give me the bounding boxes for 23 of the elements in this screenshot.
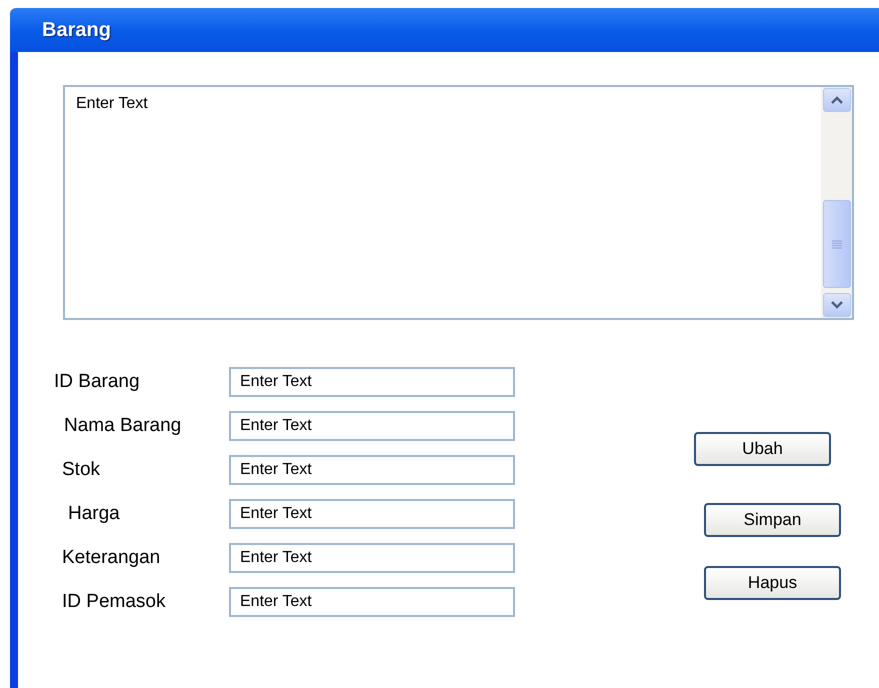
scroll-down-button[interactable] — [822, 293, 850, 317]
field-label: Nama Barang — [64, 414, 182, 438]
field-label: ID Pemasok — [62, 590, 166, 614]
input-field[interactable]: Enter Text — [229, 499, 515, 529]
field-label: Harga — [68, 502, 121, 526]
input-field[interactable]: Enter Text — [229, 411, 515, 441]
field-label: Stok — [62, 458, 102, 482]
input-field[interactable]: Enter Text — [229, 455, 515, 485]
window-title: Barang — [42, 18, 111, 43]
input-field[interactable]: Enter Text — [229, 587, 515, 617]
scroll-up-button[interactable] — [822, 88, 850, 112]
scrollbar[interactable] — [821, 87, 852, 318]
chevron-down-icon — [830, 301, 844, 309]
grip-icon — [832, 240, 842, 248]
input-field[interactable]: Enter Text — [229, 543, 515, 573]
action-button[interactable]: Ubah — [694, 432, 831, 466]
chevron-up-icon — [830, 96, 844, 104]
action-button[interactable]: Simpan — [704, 503, 841, 537]
field-label: ID Barang — [54, 370, 141, 394]
field-label: Keterangan — [62, 546, 162, 570]
action-button[interactable]: Hapus — [704, 566, 841, 600]
scroll-thumb[interactable] — [822, 200, 850, 288]
input-field[interactable]: Enter Text — [229, 367, 515, 397]
